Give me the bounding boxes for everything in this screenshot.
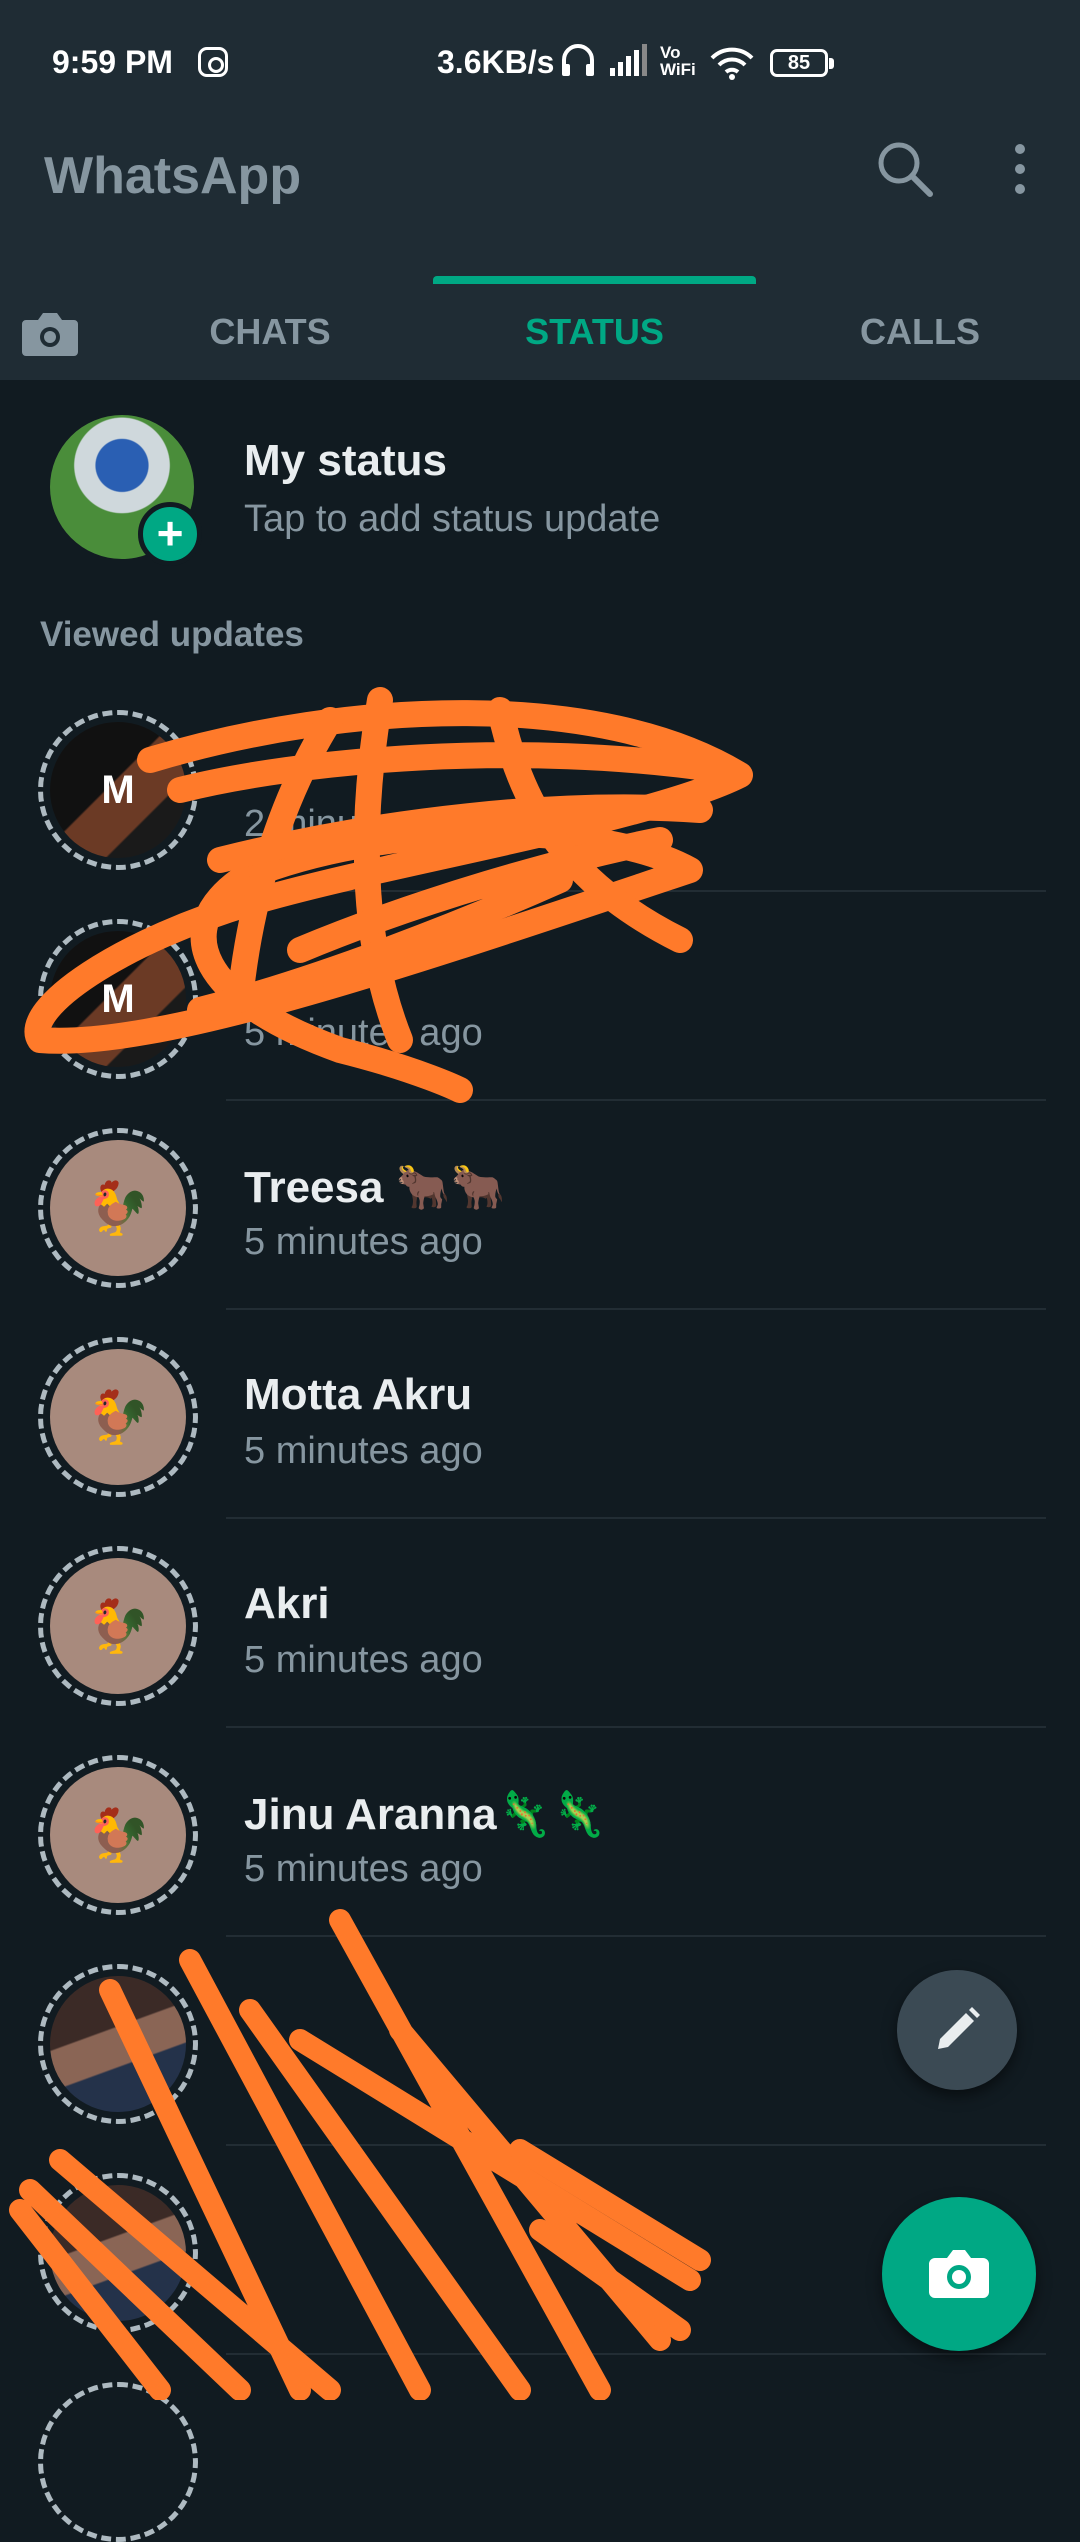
status-time: 2 minutes ago [244,803,483,845]
camera-icon [22,313,78,356]
search-icon [878,142,933,197]
avatar [50,1976,186,2112]
wifi-icon [710,47,754,80]
avatar [50,2185,186,2321]
status-time: 5 minutes ago [244,1639,483,1681]
app-bar: WhatsApp CHATS STATUS CALLS [0,94,1080,380]
status-time: 5 minutes ago [244,1430,483,1472]
camera-icon [929,2250,989,2298]
rooster-avatar: 🐓 [50,1140,186,1276]
active-tab-indicator [433,276,756,284]
app-title: WhatsApp [44,147,302,205]
contact-name: Motta Akru [244,1370,473,1419]
status-time: 5 minutes ago [244,1848,483,1890]
avatar: M [50,931,186,1067]
more-vert-icon [1015,144,1025,194]
vowifi-label: Vo WiFi [660,44,696,78]
battery-icon: 85 [770,49,834,77]
rooster-avatar: 🐓 [50,1558,186,1694]
headphones-icon [560,44,648,84]
status-row[interactable]: 🐓 Jinu Aranna🦎🦎 5 minutes ago [0,1728,1080,1937]
status-time: 5 minutes ago [244,1221,483,1263]
pencil-icon [938,2007,980,2049]
instagram-icon [198,47,228,77]
tab-bar: CHATS STATUS CALLS [0,284,1080,380]
status-ring [38,2382,198,2542]
rooster-avatar: 🐓 [50,1349,186,1485]
system-status-bar: 9:59 PM 3.6KB/s Vo WiFi 85 [0,0,1080,94]
search-button[interactable] [870,134,940,204]
my-status-row[interactable]: + My status Tap to add status update [0,380,1080,590]
status-row[interactable]: M 5 minutes ago [0,892,1080,1101]
new-text-status-button[interactable] [897,1970,1017,2090]
signal-icon [610,44,648,76]
headphones-icon [562,44,594,76]
contact-name: Treesa 🐂🐂 [244,1163,506,1212]
status-row[interactable]: 🐓 Akri 5 minutes ago [0,1519,1080,1728]
my-status-title: My status [244,436,447,485]
tab-chats[interactable]: CHATS [150,284,390,380]
camera-status-button[interactable] [882,2197,1036,2351]
vowifi-bottom: WiFi [660,60,696,79]
tab-camera[interactable] [20,284,90,380]
my-status-subtitle: Tap to add status update [244,498,661,540]
more-options-button[interactable] [1000,139,1040,199]
status-row[interactable] [0,2355,1080,2542]
contact-name: Jinu Aranna🦎🦎 [244,1790,607,1839]
contact-name: Akri [244,1579,330,1628]
status-row[interactable]: 🐓 Motta Akru 5 minutes ago [0,1310,1080,1519]
add-status-icon: + [138,502,202,566]
section-label-viewed: Viewed updates [40,615,304,654]
status-row[interactable]: M 2 minutes ago [0,683,1080,892]
avatar: M [50,722,186,858]
tab-status[interactable]: STATUS [433,284,756,380]
rooster-avatar: 🐓 [50,1767,186,1903]
status-time: 5 minutes ago [244,1012,483,1054]
tab-calls[interactable]: CALLS [800,284,1040,380]
status-row[interactable]: 🐓 Treesa 🐂🐂 5 minutes ago [0,1101,1080,1310]
clock: 9:59 PM [52,44,173,80]
network-speed: 3.6KB/s [437,44,555,80]
